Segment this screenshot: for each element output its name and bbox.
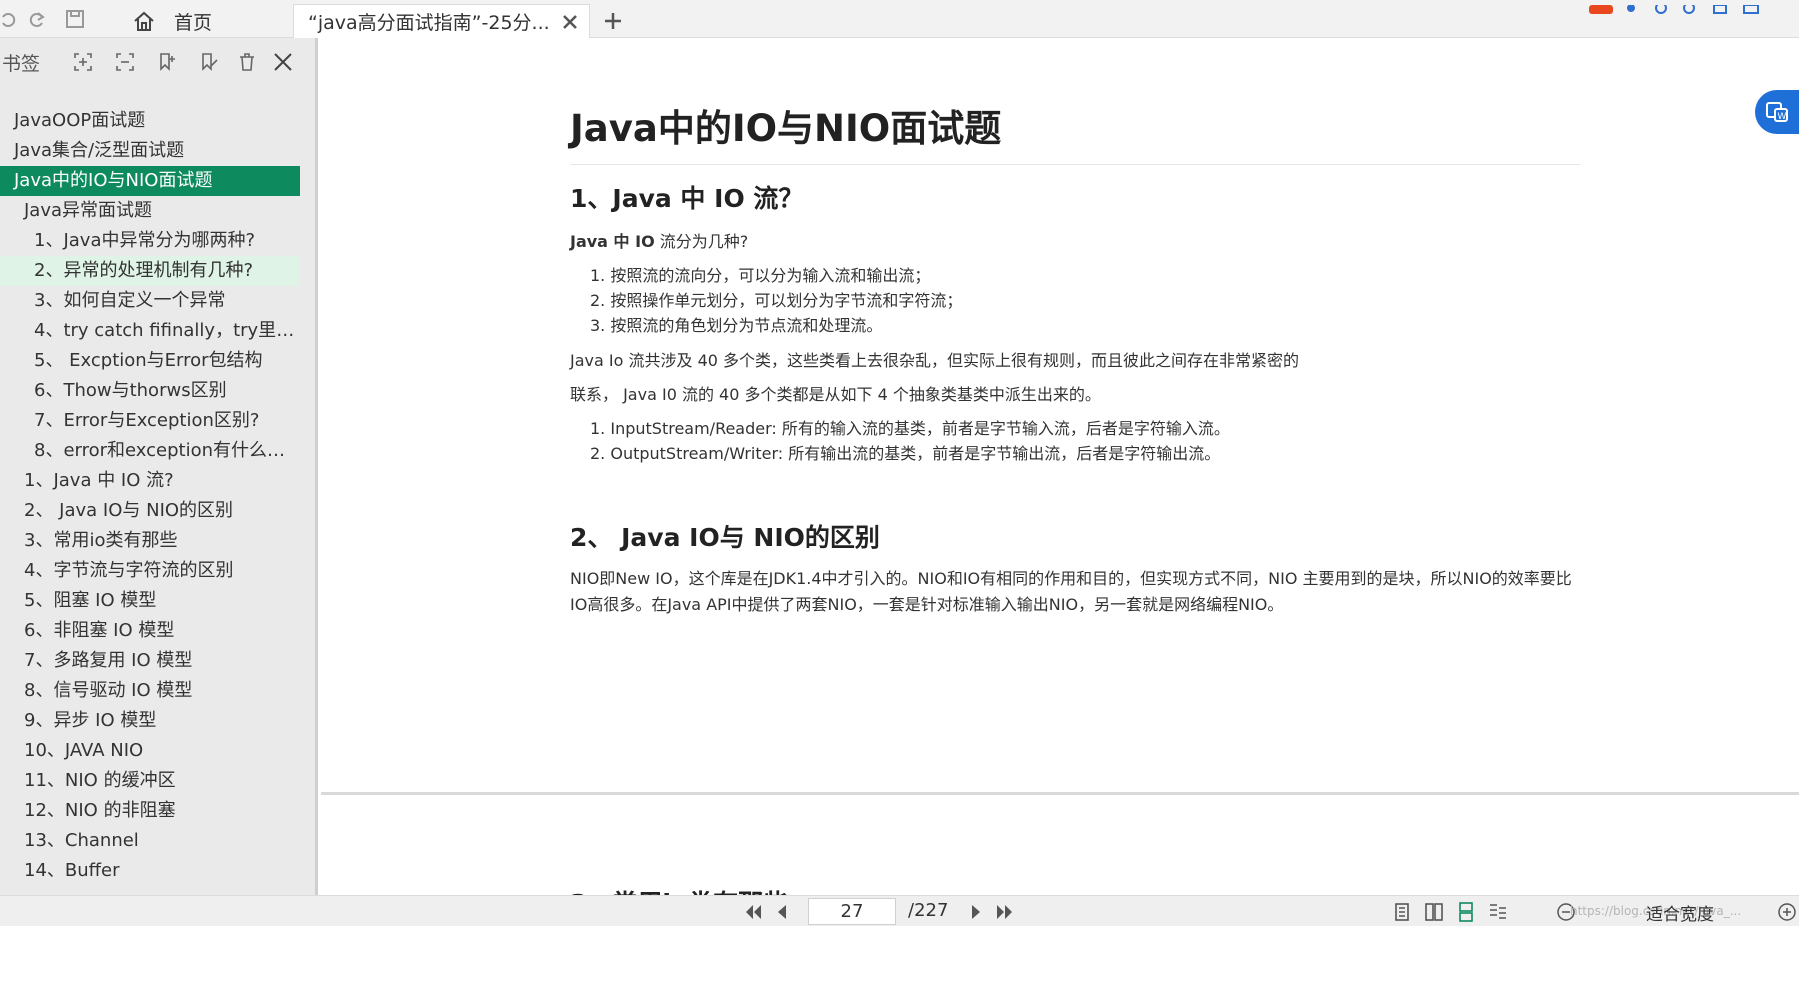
bookmark-item[interactable]: 8、信号驱动 IO 模型 <box>0 676 300 706</box>
tab-document[interactable]: “java高分面试指南”-25分... <box>293 4 590 38</box>
section-2-paragraph: NIO即New IO，这个库是在JDK1.4中才引入的。NIO和IO有相同的作用… <box>570 569 1572 614</box>
page-content: Java中的IO与NIO面试题 1、Java 中 IO 流？ Java 中 IO… <box>570 98 1799 618</box>
bookmark-panel-title: 书签 <box>2 53 41 75</box>
bookmark-item[interactable]: Java集合/泛型面试题 <box>0 136 300 166</box>
next-page-icon[interactable] <box>964 900 988 924</box>
expand-all-icon[interactable] <box>70 49 96 75</box>
bookmark-item[interactable]: 10、JAVA NIO <box>0 736 300 766</box>
tab-home-label: 首页 <box>174 11 213 34</box>
bookmark-item[interactable]: 13、Channel <box>0 826 300 856</box>
bookmark-item[interactable]: 6、非阻塞 IO 模型 <box>0 616 300 646</box>
tab-home[interactable]: 首页 <box>100 4 280 38</box>
home-icon <box>132 10 156 37</box>
add-bookmark-icon[interactable] <box>154 49 180 75</box>
bookmark-item[interactable]: 4、try catch fifinally，try里有... <box>0 316 300 346</box>
bookmark-item[interactable]: 5、阻塞 IO 模型 <box>0 586 300 616</box>
section-1-list-2: 1. InputStream/Reader: 所有的输入流的基类，前者是字节输入… <box>570 416 1799 466</box>
system-tray-icons <box>1589 0 1799 14</box>
close-tab-icon[interactable] <box>559 11 581 33</box>
bookmark-item[interactable]: 3、如何自定义一个异常 <box>0 286 300 316</box>
section-1-paragraph-1: Java Io 流共涉及 40 多个类，这些类看上去很杂乱，但实际上很有规则，而… <box>570 351 1300 370</box>
section-1-list: 1. 按照流的流向分，可以分为输入流和输出流； 2. 按照操作单元划分，可以划分… <box>570 263 1799 338</box>
list-item: 3. 按照流的角色划分为节点流和处理流。 <box>590 316 883 335</box>
bookmark-item[interactable]: 7、多路复用 IO 模型 <box>0 646 300 676</box>
single-page-view-icon[interactable] <box>1390 900 1414 924</box>
zoom-in-icon[interactable] <box>1775 900 1799 924</box>
section-1-title: 1、Java 中 IO 流？ <box>570 184 804 213</box>
section-1-question: Java 中 IO 流分为几种? <box>570 229 1799 255</box>
save-icon[interactable] <box>62 6 88 32</box>
page-title: Java中的IO与NIO面试题 <box>570 98 1580 165</box>
bookmark-item[interactable]: 12、NIO 的非阻塞 <box>0 796 300 826</box>
bookmark-item[interactable]: 14、Buffer <box>0 856 300 886</box>
bookmark-item[interactable]: 9、异步 IO 模型 <box>0 706 300 736</box>
section-1-question-rest: 流分为几种? <box>654 232 749 251</box>
status-bar: 27 /227 https://blog.csdn.net/Java_... 适… <box>0 895 1799 926</box>
list-item: 1. 按照流的流向分，可以分为输入流和输出流； <box>590 266 931 285</box>
previous-page-icon[interactable] <box>770 900 794 924</box>
last-page-icon[interactable] <box>992 900 1016 924</box>
undo-icon[interactable] <box>0 6 20 32</box>
bookmark-item[interactable]: 4、字节流与字符流的区别 <box>0 556 300 586</box>
bookmark-item[interactable]: 1、Java中异常分为哪两种? <box>0 226 300 256</box>
bookmark-item[interactable]: Java中的IO与NIO面试题 <box>0 166 300 196</box>
bookmark-item[interactable]: 3、常用io类有那些 <box>0 526 300 556</box>
edit-bookmark-icon[interactable] <box>196 49 222 75</box>
close-panel-icon[interactable] <box>270 49 296 75</box>
zoom-select[interactable]: 适合宽度 <box>1646 900 1714 925</box>
list-item: 2. 按照操作单元划分，可以划分为字节流和字符流； <box>590 291 963 310</box>
bookmark-item[interactable]: 7、Error与Exception区别? <box>0 406 300 436</box>
list-item: 2. OutputStream/Writer: 所有输出流的基类，前者是字节输出… <box>590 444 1221 463</box>
redo-icon[interactable] <box>24 6 50 32</box>
bookmark-item[interactable]: 2、异常的处理机制有几种? <box>0 256 300 286</box>
bookmark-item[interactable]: 2、 Java IO与 NIO的区别 <box>0 496 300 526</box>
two-page-view-icon[interactable] <box>1422 900 1446 924</box>
bookmark-item[interactable]: Java异常面试题 <box>0 196 300 226</box>
section-1-question-bold: Java 中 IO <box>570 232 655 251</box>
page-total: /227 <box>908 900 949 921</box>
translate-float-button[interactable]: W <box>1755 90 1799 134</box>
section-2-title: 2、 Java IO与 NIO的区别 <box>570 523 880 552</box>
svg-text:W: W <box>1778 112 1787 122</box>
section-1-paragraph-2: 联系， Java I0 流的 40 多个类都是从如下 4 个抽象类基类中派生出来… <box>570 385 1101 404</box>
bookmark-item[interactable]: 1、Java 中 IO 流? <box>0 466 300 496</box>
page-number-input[interactable]: 27 <box>808 898 896 925</box>
bookmark-item[interactable]: 6、Thow与thorws区别 <box>0 376 300 406</box>
document-page: Java中的IO与NIO面试题 1、Java 中 IO 流？ Java 中 IO… <box>321 38 1799 795</box>
book-view-icon[interactable] <box>1486 900 1510 924</box>
first-page-icon[interactable] <box>742 900 766 924</box>
bookmark-item[interactable]: 8、error和exception有什么区... <box>0 436 300 466</box>
bookmark-list: JavaOOP面试题 Java集合/泛型面试题 Java中的IO与NIO面试题 Jav… <box>0 106 300 886</box>
tab-document-label: “java高分面试指南”-25分... <box>308 12 548 34</box>
new-tab-icon[interactable] <box>600 8 626 34</box>
collapse-all-icon[interactable] <box>112 49 138 75</box>
delete-bookmark-icon[interactable] <box>234 49 260 75</box>
continuous-view-icon[interactable] <box>1454 900 1478 924</box>
document-view[interactable]: Java中的IO与NIO面试题 1、Java 中 IO 流？ Java 中 IO… <box>321 38 1799 1000</box>
list-item: 1. InputStream/Reader: 所有的输入流的基类，前者是字节输入… <box>590 419 1230 438</box>
bookmark-item[interactable]: 5、 Excption与Error包结构 <box>0 346 300 376</box>
bookmark-item[interactable]: 11、NIO 的缓冲区 <box>0 766 300 796</box>
tab-bar: 首页 “java高分面试指南”-25分... <box>0 0 1799 38</box>
bookmark-panel: 书签 JavaOOP面试题 Java集合/泛型面试题 Java中的IO与NIO面试题… <box>0 38 318 895</box>
bookmark-item[interactable]: JavaOOP面试题 <box>0 106 300 136</box>
bookmark-panel-header: 书签 <box>0 38 315 84</box>
